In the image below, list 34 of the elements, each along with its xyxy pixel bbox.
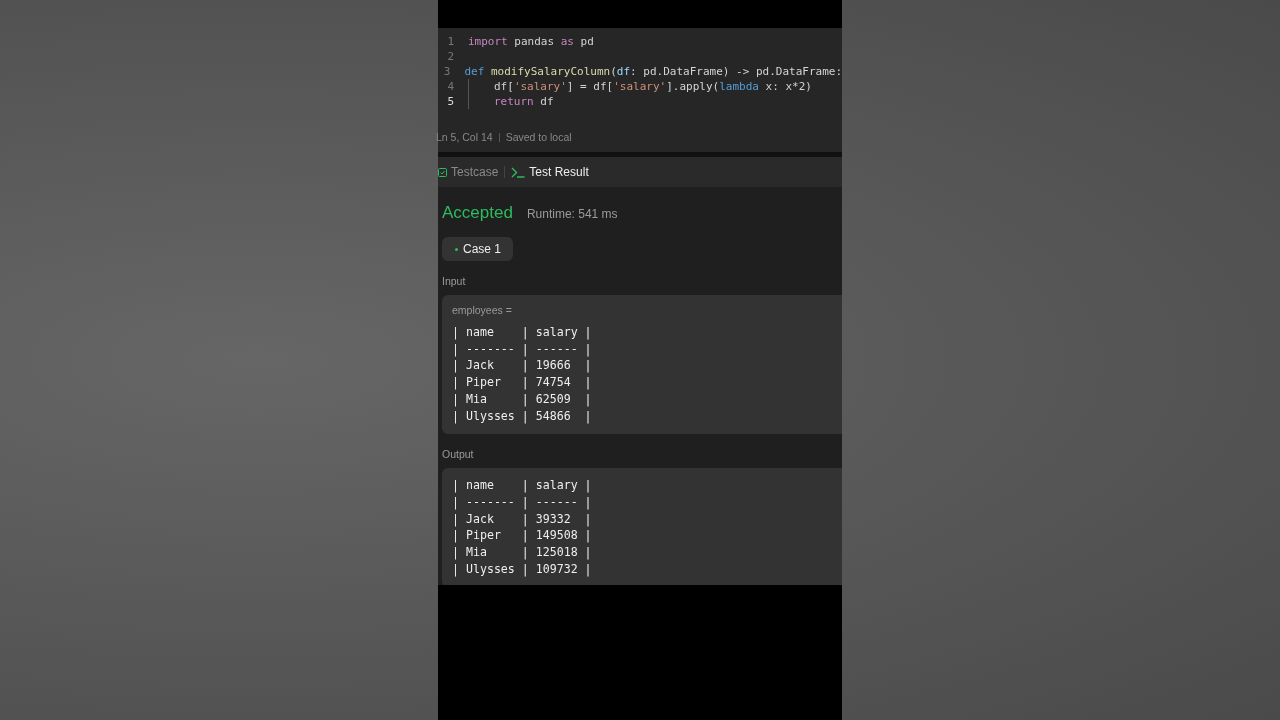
table-line: | Ulysses | 54866 | — [452, 407, 592, 425]
line-number: 5 — [446, 95, 454, 108]
table-line: | ------- | ------ | — [452, 493, 592, 511]
line-number: 2 — [446, 50, 454, 63]
table-line: | Mia | 62509 | — [452, 390, 592, 408]
panel-tab[interactable]: Test Result — [511, 165, 589, 179]
variable-name: employees = — [452, 304, 513, 316]
table-line: | ------- | ------ | — [452, 340, 592, 358]
table-line: | Ulysses | 109732 | — [452, 560, 592, 578]
terminal-icon — [511, 166, 526, 178]
table-line: | name | salary | — [452, 324, 592, 341]
panel-tab[interactable]: Testcase — [438, 165, 499, 179]
verdict-text: Accepted — [442, 203, 513, 223]
runtime-text: Runtime: 541 ms — [526, 207, 618, 221]
line-number: 1 — [446, 35, 454, 48]
code-line: df['salary'] = df['salary'].apply(lambda x: x*2) — [494, 80, 812, 93]
table-line: | name | salary | — [452, 477, 592, 494]
table-line: | Jack | 19666 | — [452, 357, 592, 375]
save-status: Saved to local — [505, 131, 572, 143]
table-line: | Jack | 39332 | — [452, 510, 592, 528]
code-line: return df — [494, 95, 554, 108]
case-tab[interactable]: Case 1 — [442, 237, 514, 261]
line-number: 4 — [446, 80, 454, 93]
section-label: Output — [442, 448, 475, 461]
cursor-position: Ln 5, Col 14 — [436, 131, 493, 143]
code-line: def modifySalaryColumn(df: pd.DataFrame) -> pd.DataFrame: — [464, 65, 842, 78]
table-line: | Piper | 149508 | — [452, 527, 592, 545]
section-label: Input — [442, 275, 467, 287]
status-dot — [455, 247, 458, 251]
line-number: 3 — [442, 65, 451, 78]
table-line: | Piper | 74754 | — [452, 374, 592, 391]
table-line: | Mia | 125018 | — [452, 544, 592, 561]
code-line: import pandas as pd — [468, 35, 594, 48]
checkbox-icon — [438, 167, 447, 177]
